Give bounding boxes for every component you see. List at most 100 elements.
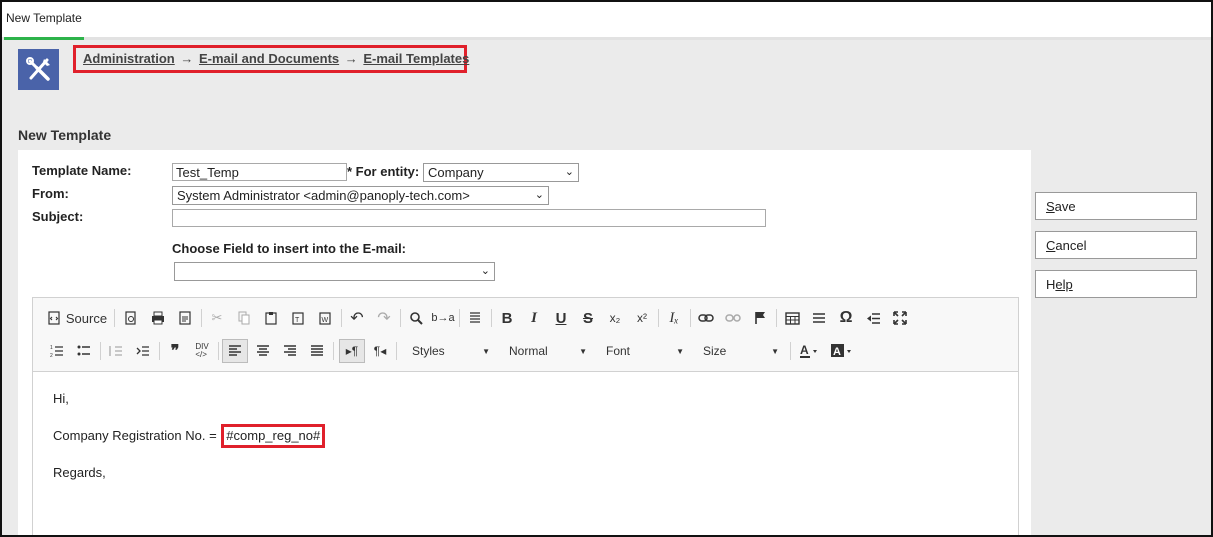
bulleted-list-button[interactable]: [72, 339, 96, 363]
paste-word-button[interactable]: W: [313, 306, 337, 330]
source-icon: [48, 311, 60, 325]
from-select-value: System Administrator <admin@panoply-tech…: [177, 188, 470, 203]
copy-icon: [238, 311, 250, 325]
strikethrough-button[interactable]: S: [576, 306, 600, 330]
cancel-label: ancel: [1055, 238, 1087, 253]
paste-word-icon: W: [319, 312, 331, 325]
breadcrumb-email-and-documents[interactable]: E-mail and Documents: [199, 51, 339, 66]
horizontal-rule-button[interactable]: [807, 306, 831, 330]
source-button[interactable]: Source: [45, 306, 109, 330]
anchor-button[interactable]: [748, 306, 772, 330]
copy-button[interactable]: [232, 306, 256, 330]
save-button[interactable]: Save: [1035, 192, 1197, 220]
redo-button[interactable]: ↷: [372, 306, 396, 330]
align-center-button[interactable]: [251, 339, 275, 363]
font-dropdown[interactable]: Font ▼: [600, 340, 688, 362]
toolbar-separator: [658, 309, 659, 327]
editor-line-regards: Regards,: [53, 465, 106, 480]
justify-button[interactable]: [305, 339, 329, 363]
italic-button[interactable]: I: [522, 306, 546, 330]
align-left-button[interactable]: [222, 339, 248, 363]
help-button[interactable]: Help: [1035, 270, 1197, 298]
size-dropdown[interactable]: Size ▼: [697, 340, 783, 362]
find-button[interactable]: [404, 306, 428, 330]
cancel-button[interactable]: Cancel: [1035, 231, 1197, 259]
from-label: From:: [32, 186, 69, 201]
rtl-icon: ¶◂: [373, 344, 387, 358]
entity-label: * For entity:: [347, 164, 420, 179]
outdent-button[interactable]: [104, 339, 128, 363]
numbered-list-button[interactable]: 12: [45, 339, 69, 363]
background-color-button[interactable]: A: [827, 339, 857, 363]
toolbar-separator: [396, 342, 397, 360]
toolbar-separator: [459, 309, 460, 327]
size-label: Size: [703, 344, 727, 358]
unlink-button[interactable]: [721, 306, 745, 330]
registration-label: Company Registration No. =: [53, 428, 221, 443]
save-label: ave: [1054, 199, 1076, 214]
subscript-button[interactable]: x₂: [603, 306, 627, 330]
undo-button[interactable]: ↶: [345, 306, 369, 330]
blockquote-button[interactable]: ❞: [163, 339, 187, 363]
replace-button[interactable]: b→a: [431, 306, 455, 330]
bold-button[interactable]: B: [495, 306, 519, 330]
text-color-button[interactable]: A: [795, 339, 823, 363]
chevron-down-icon: ▼: [771, 346, 779, 356]
maximize-button[interactable]: [888, 306, 912, 330]
outdent-icon: [109, 346, 122, 356]
page-title: New Template: [18, 127, 112, 143]
svg-text:1: 1: [50, 345, 53, 351]
toolbar-separator: [333, 342, 334, 360]
paste-text-button[interactable]: T: [286, 306, 310, 330]
subject-input[interactable]: [172, 209, 766, 227]
link-button[interactable]: [694, 306, 718, 330]
align-left-icon: [229, 345, 241, 356]
chevron-down-icon: ▼: [482, 346, 490, 356]
templates-button[interactable]: [173, 306, 197, 330]
select-all-button[interactable]: [463, 306, 487, 330]
print-button[interactable]: [146, 306, 170, 330]
template-name-label: Template Name:: [32, 163, 132, 178]
editor-content[interactable]: Hi, Company Registration No. = #comp_reg…: [33, 373, 1018, 535]
font-label: Font: [606, 344, 631, 358]
help-label-rest: elp: [1055, 277, 1073, 292]
rtl-direction-button[interactable]: ¶◂: [368, 339, 392, 363]
remove-format-button[interactable]: Iₓ: [662, 306, 686, 330]
styles-dropdown[interactable]: Styles ▼: [406, 340, 494, 362]
align-right-button[interactable]: [278, 339, 302, 363]
remove-format-icon: Iₓ: [669, 309, 679, 326]
table-button[interactable]: [780, 306, 804, 330]
indent-button[interactable]: [131, 339, 155, 363]
template-name-input[interactable]: [172, 163, 347, 181]
entity-select[interactable]: Company ⌄: [423, 163, 579, 182]
breadcrumb-administration[interactable]: Administration: [83, 51, 175, 66]
toolbar-separator: [776, 309, 777, 327]
toolbar-separator: [491, 309, 492, 327]
save-accesskey: S: [1046, 199, 1055, 214]
tab-new-template[interactable]: New Template: [6, 11, 82, 25]
link-icon: [698, 314, 714, 322]
bulleted-list-icon: [77, 345, 90, 356]
from-select[interactable]: System Administrator <admin@panoply-tech…: [172, 186, 549, 205]
special-char-button[interactable]: Ω: [834, 306, 858, 330]
paste-icon: [265, 312, 277, 325]
paste-button[interactable]: [259, 306, 283, 330]
breadcrumb-email-templates[interactable]: E-mail Templates: [363, 51, 469, 66]
svg-text:W: W: [322, 317, 329, 324]
active-tab-indicator: [4, 37, 84, 40]
underline-button[interactable]: U: [549, 306, 573, 330]
unlink-icon: [725, 314, 741, 322]
ltr-direction-button[interactable]: ▸¶: [339, 339, 365, 363]
superscript-button[interactable]: x²: [630, 306, 654, 330]
cut-button[interactable]: ✂: [205, 306, 229, 330]
choose-field-label: Choose Field to insert into the E-mail:: [172, 241, 407, 256]
page-break-button[interactable]: [861, 306, 885, 330]
create-div-button[interactable]: DIV </>: [190, 339, 214, 363]
format-dropdown[interactable]: Normal ▼: [503, 340, 591, 362]
preview-button[interactable]: [119, 306, 143, 330]
subscript-icon: x₂: [609, 311, 621, 325]
breadcrumb: Administration → E-mail and Documents → …: [73, 45, 469, 73]
choose-field-select[interactable]: ⌄: [174, 262, 495, 281]
background-color-icon: A: [831, 344, 851, 358]
template-form-panel: Template Name: * For entity: Company ⌄ F…: [18, 150, 1031, 535]
